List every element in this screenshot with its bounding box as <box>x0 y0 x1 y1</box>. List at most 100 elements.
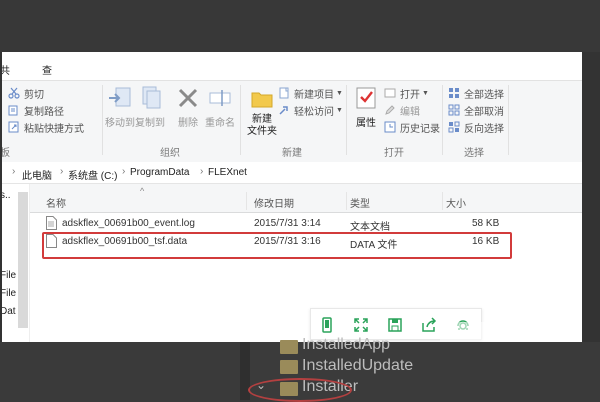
copy-path-button[interactable]: 复制路径 <box>8 102 64 118</box>
phone-icon[interactable] <box>319 317 335 333</box>
nav-item[interactable]: File <box>2 270 16 281</box>
column-header-name[interactable]: 名称 <box>46 195 66 210</box>
paste-shortcut-button[interactable]: 粘贴快捷方式 <box>8 119 84 135</box>
delete-x-icon <box>178 88 198 108</box>
new-folder-icon <box>251 92 273 108</box>
nav-item[interactable]: Dat <box>2 306 16 317</box>
delete-button[interactable]: 删除 <box>170 85 206 129</box>
select-none-icon <box>448 104 460 116</box>
easy-access-button[interactable]: 轻松访问 ▼ <box>278 102 343 118</box>
open-button[interactable]: 打开 ▼ <box>384 85 429 101</box>
copy-to-icon <box>142 86 161 109</box>
open-label: 打开 <box>400 89 420 101</box>
file-explorer-window: 共享 查看 剪切 复制路径 粘贴快捷方式 板 移动到 复制到 删除 <box>2 52 582 342</box>
select-all-icon <box>449 88 459 98</box>
file-name: adskflex_00691b00_event.log <box>62 218 195 229</box>
chevron-right-icon: › <box>200 166 204 177</box>
chevron-right-icon: › <box>60 166 64 177</box>
breadcrumb-system-drive[interactable]: 系统盘 (C:) <box>68 167 117 182</box>
column-divider[interactable] <box>442 192 443 210</box>
folder-icon <box>280 340 298 354</box>
history-label: 历史记录 <box>400 123 440 135</box>
select-none-label: 全部取消 <box>464 106 504 118</box>
chevron-down-icon: ▼ <box>422 89 429 97</box>
new-folder-button[interactable]: 新建 文件夹 <box>242 85 282 138</box>
column-divider[interactable] <box>246 192 247 210</box>
column-header-type[interactable]: 类型 <box>350 195 370 210</box>
select-all-label: 全部选择 <box>464 89 504 101</box>
save-icon[interactable] <box>387 317 403 333</box>
paste-shortcut-label: 粘贴快捷方式 <box>24 123 84 135</box>
background-frame-right <box>582 52 600 342</box>
new-item-label: 新建项目 <box>294 89 334 101</box>
new-item-button[interactable]: 新建项目 ▼ <box>278 85 343 101</box>
file-type: 文本文档 <box>350 222 390 233</box>
breadcrumb-programdata[interactable]: ProgramData <box>130 167 189 178</box>
group-label-organize: 组织 <box>160 148 180 159</box>
address-bar[interactable]: › 此电脑 › 系统盘 (C:) › ProgramData › FLEXnet <box>2 162 582 184</box>
edit-pencil-icon <box>385 105 395 115</box>
group-label-new: 新建 <box>282 148 302 159</box>
ribbon: 剪切 复制路径 粘贴快捷方式 板 移动到 复制到 删除 重命名 组织 新建 文件… <box>2 80 582 213</box>
properties-check-icon <box>356 87 376 109</box>
invert-selection-icon <box>448 121 460 133</box>
easy-access-icon <box>279 106 288 115</box>
group-separator <box>346 85 347 155</box>
select-all-button[interactable]: 全部选择 <box>448 85 504 101</box>
nav-item[interactable]: s.. <box>2 190 11 201</box>
edit-button[interactable]: 编辑 <box>384 102 420 118</box>
move-to-icon <box>109 87 131 107</box>
breadcrumb-this-pc[interactable]: 此电脑 <box>22 167 52 182</box>
select-none-button[interactable]: 全部取消 <box>448 102 504 118</box>
group-label-clipboard: 板 <box>2 148 10 159</box>
rename-label: 重命名 <box>205 118 235 129</box>
properties-label: 属性 <box>356 118 376 129</box>
column-header-modified[interactable]: 修改日期 <box>254 195 294 210</box>
easy-access-label: 轻松访问 <box>294 106 334 118</box>
group-separator <box>442 85 443 155</box>
column-divider[interactable] <box>346 192 347 210</box>
chevron-right-icon: › <box>122 166 126 177</box>
tree-item: InstalledUpdate <box>302 357 414 374</box>
highlight-oval-annotation <box>248 378 352 402</box>
share-icon[interactable] <box>421 317 437 333</box>
history-button[interactable]: 历史记录 <box>384 119 440 135</box>
highlight-annotation <box>42 232 512 259</box>
copy-path-icon <box>8 105 18 116</box>
watermark-area <box>440 322 580 342</box>
invert-selection-label: 反向选择 <box>464 123 504 135</box>
nav-scrollbar[interactable] <box>18 192 28 328</box>
new-folder-label: 新建 文件夹 <box>247 114 277 137</box>
tree-item: InstalledApp <box>302 336 391 353</box>
sort-caret-icon: ^ <box>140 186 145 196</box>
copy-path-label: 复制路径 <box>24 106 64 118</box>
properties-button[interactable]: 属性 <box>348 85 384 129</box>
folder-icon <box>280 360 298 374</box>
breadcrumb-flexnet[interactable]: FLEXnet <box>208 167 247 178</box>
file-row[interactable]: adskflex_00691b00_event.log 2015/7/31 3:… <box>40 215 510 233</box>
new-item-icon <box>279 87 289 99</box>
rename-icon <box>209 90 231 106</box>
chevron-right-icon: › <box>12 166 16 177</box>
cut-label: 剪切 <box>24 89 44 101</box>
chevron-down-icon: ▼ <box>336 106 343 114</box>
nav-item[interactable]: File <box>2 288 16 299</box>
delete-label: 删除 <box>178 118 198 129</box>
copy-to-label: 复制到 <box>135 118 165 129</box>
cut-button[interactable]: 剪切 <box>8 85 44 101</box>
column-header-size[interactable]: 大小 <box>446 195 466 210</box>
invert-selection-button[interactable]: 反向选择 <box>448 119 504 135</box>
group-separator <box>240 85 241 155</box>
edit-label: 编辑 <box>400 106 420 118</box>
open-icon <box>384 88 396 98</box>
paste-shortcut-icon <box>8 121 19 133</box>
file-size: 58 KB <box>472 218 500 229</box>
scissors-icon <box>8 87 20 99</box>
chevron-down-icon: ▼ <box>336 89 343 97</box>
copy-to-button[interactable]: 复制到 <box>132 85 168 129</box>
text-file-icon <box>46 216 57 230</box>
background-frame <box>0 0 600 52</box>
group-separator <box>508 85 509 155</box>
expand-icon[interactable] <box>353 317 369 333</box>
rename-button[interactable]: 重命名 <box>202 85 238 129</box>
